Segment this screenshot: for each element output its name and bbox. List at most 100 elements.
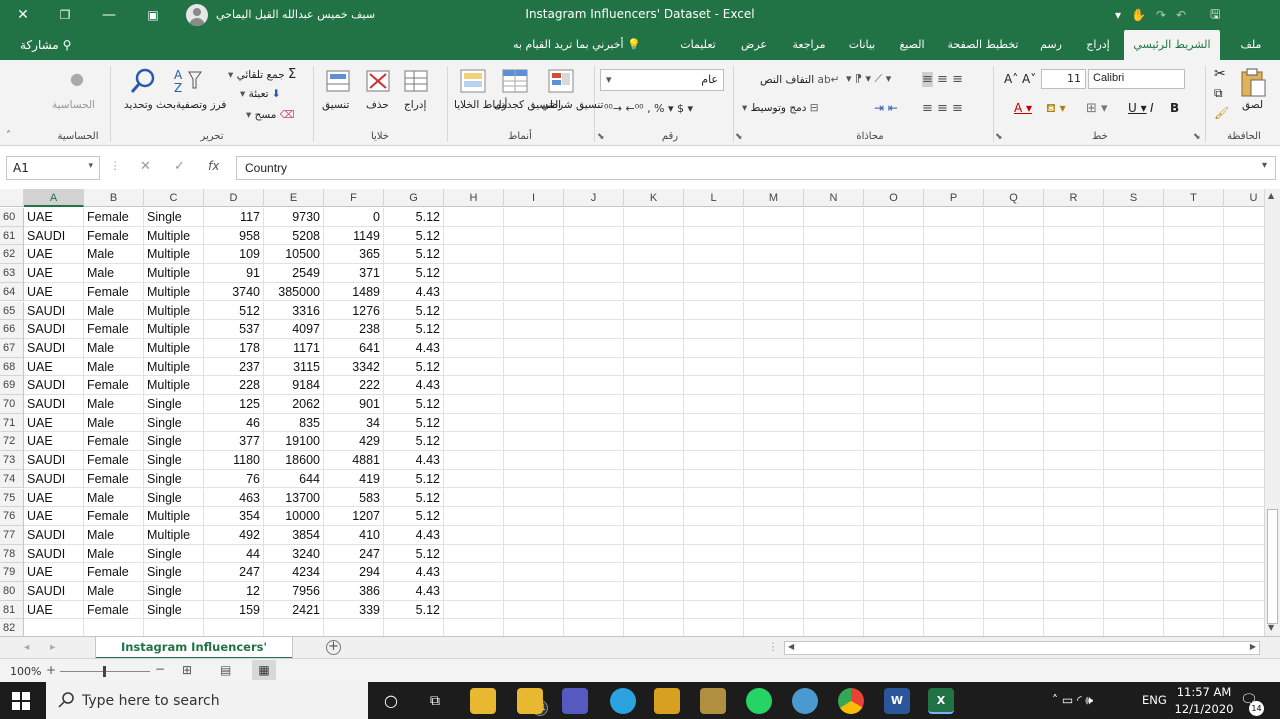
cell-f[interactable]: 371 <box>324 264 384 283</box>
cell-m[interactable] <box>744 582 804 601</box>
cell-d[interactable]: 463 <box>204 488 264 508</box>
cell-p[interactable] <box>924 451 984 470</box>
cell-s[interactable] <box>1104 208 1164 227</box>
cell-g[interactable]: 5.12 <box>384 301 444 321</box>
row-header[interactable]: 71 <box>0 413 24 433</box>
cell-k[interactable] <box>624 395 684 414</box>
restore-icon[interactable]: ❐ <box>50 0 80 30</box>
cell-j[interactable] <box>564 582 624 601</box>
cell-m[interactable] <box>744 264 804 283</box>
cell-q[interactable] <box>984 226 1044 246</box>
cell-g[interactable]: 4.43 <box>384 563 444 582</box>
cell-g[interactable]: 5.12 <box>384 245 444 265</box>
cell-c[interactable] <box>144 619 204 636</box>
cell-s[interactable] <box>1104 600 1164 620</box>
cell-e[interactable]: 3316 <box>264 301 324 321</box>
cell-b[interactable] <box>84 619 144 636</box>
cell-o[interactable] <box>864 208 924 227</box>
cell-i[interactable] <box>504 357 564 377</box>
cell-m[interactable] <box>744 525 804 545</box>
cell-o[interactable] <box>864 469 924 489</box>
ribbon-display-options-icon[interactable]: ▣ <box>138 0 168 30</box>
cell-c[interactable]: Multiple <box>144 525 204 545</box>
cell-o[interactable] <box>864 507 924 526</box>
cell-t[interactable] <box>1164 264 1224 283</box>
cell-c[interactable]: Single <box>144 600 204 620</box>
cell-g[interactable]: 5.12 <box>384 395 444 414</box>
row-header[interactable]: 80 <box>0 582 24 601</box>
cell-q[interactable] <box>984 525 1044 545</box>
cell-u[interactable] <box>1224 507 1264 526</box>
user-name[interactable]: سيف خميس عبدالله القيل اليماحي <box>216 8 375 21</box>
cell-c[interactable]: Multiple <box>144 376 204 395</box>
cell-j[interactable] <box>564 264 624 283</box>
cell-j[interactable] <box>564 301 624 321</box>
cell-l[interactable] <box>684 619 744 636</box>
cell-p[interactable] <box>924 413 984 433</box>
cell-f[interactable]: 419 <box>324 469 384 489</box>
cell-b[interactable]: Female <box>84 563 144 582</box>
cell-e[interactable]: 10500 <box>264 245 324 265</box>
format-as-table-icon[interactable] <box>500 67 530 95</box>
cell-h[interactable] <box>444 451 504 470</box>
cell-u[interactable] <box>1224 227 1264 246</box>
cell-u[interactable] <box>1224 302 1264 321</box>
network-app-icon[interactable] <box>792 688 818 714</box>
cell-h[interactable] <box>444 488 504 508</box>
cell-q[interactable] <box>984 301 1044 321</box>
cell-n[interactable] <box>804 208 864 227</box>
row-header[interactable]: 67 <box>0 338 24 358</box>
cell-q[interactable] <box>984 582 1044 601</box>
cell-r[interactable] <box>1044 563 1104 582</box>
cell-j[interactable] <box>564 245 624 265</box>
cell-q[interactable] <box>984 282 1044 302</box>
cell-u[interactable] <box>1224 545 1264 564</box>
cell-u[interactable] <box>1224 339 1264 358</box>
cell-b[interactable]: Female <box>84 208 144 227</box>
cell-r[interactable] <box>1044 525 1104 545</box>
font-color-icon[interactable]: A ▾ <box>1014 101 1032 115</box>
cell-b[interactable]: Male <box>84 395 144 414</box>
cell-p[interactable] <box>924 301 984 321</box>
cell-t[interactable] <box>1164 582 1224 601</box>
vertical-scrollbar[interactable]: ▲ ▼ <box>1264 189 1280 636</box>
cell-k[interactable] <box>624 320 684 339</box>
row-header[interactable]: 61 <box>0 226 24 246</box>
cell-e[interactable]: 2549 <box>264 264 324 283</box>
cell-d[interactable]: 247 <box>204 563 264 582</box>
cell-a[interactable]: UAE <box>24 208 84 227</box>
cell-k[interactable] <box>624 282 684 302</box>
cell-m[interactable] <box>744 619 804 636</box>
cell-s[interactable] <box>1104 320 1164 339</box>
cell-q[interactable] <box>984 395 1044 414</box>
cell-h[interactable] <box>444 264 504 283</box>
cell-d[interactable]: 159 <box>204 600 264 620</box>
cell-u[interactable] <box>1224 414 1264 433</box>
cell-k[interactable] <box>624 451 684 470</box>
cell-l[interactable] <box>684 488 744 508</box>
align-right-icon[interactable]: ≡ ≡ ≡ <box>922 101 963 116</box>
cell-a[interactable] <box>24 619 84 636</box>
sheet-tab-active[interactable]: Instagram Influencers' Dataset <box>96 637 292 674</box>
cell-b[interactable]: Female <box>84 376 144 395</box>
cell-b[interactable]: Female <box>84 282 144 302</box>
column-header-m[interactable]: M <box>744 189 804 207</box>
cell-h[interactable] <box>444 600 504 620</box>
cell-d[interactable]: 537 <box>204 320 264 339</box>
cell-m[interactable] <box>744 507 804 526</box>
cell-p[interactable] <box>924 544 984 564</box>
cell-d[interactable]: 178 <box>204 338 264 358</box>
cell-i[interactable] <box>504 245 564 265</box>
cell-k[interactable] <box>624 563 684 582</box>
row-header[interactable]: 79 <box>0 563 24 582</box>
cell-e[interactable] <box>264 619 324 636</box>
cell-u[interactable] <box>1224 489 1264 508</box>
cell-p[interactable] <box>924 469 984 489</box>
row-header[interactable]: 62 <box>0 245 24 265</box>
column-header-r[interactable]: R <box>1044 189 1104 207</box>
cell-l[interactable] <box>684 357 744 377</box>
cell-c[interactable]: Multiple <box>144 245 204 265</box>
cell-j[interactable] <box>564 451 624 470</box>
cell-u[interactable] <box>1224 395 1264 414</box>
cell-b[interactable]: Male <box>84 301 144 321</box>
